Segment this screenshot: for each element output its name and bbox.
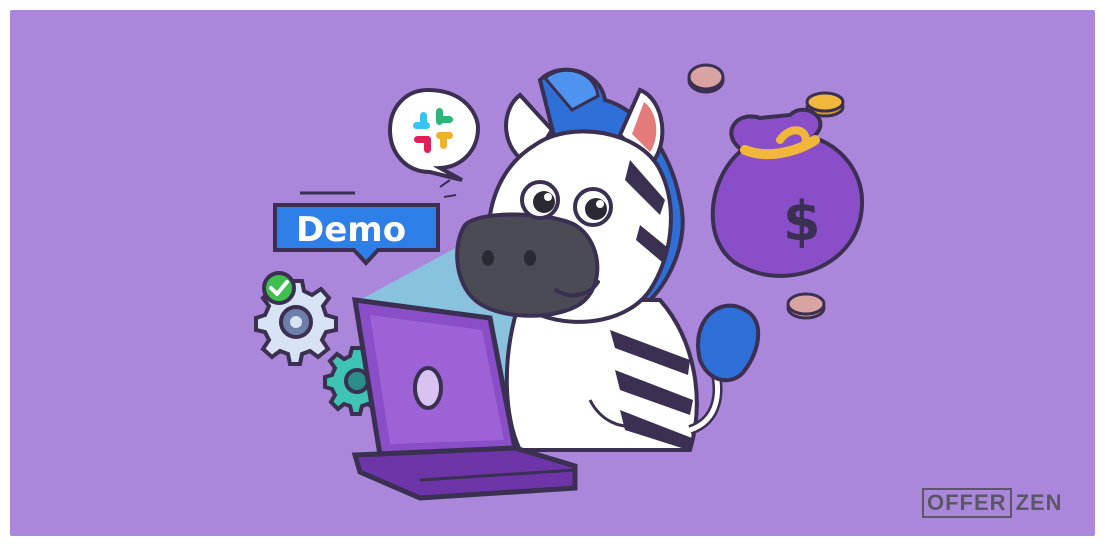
banner-illustration: $ Demo OFFER ZEN — [0, 0, 1105, 544]
logo-part-offer: OFFER — [922, 488, 1012, 518]
coin-icon — [687, 63, 725, 94]
slack-bubble — [387, 87, 481, 182]
demo-label: Demo — [296, 210, 406, 250]
zebra-head — [455, 129, 673, 324]
logo-part-zen: ZEN — [1015, 490, 1063, 515]
offerzen-logo: OFFER ZEN — [922, 488, 1063, 518]
demo-tag: Demo — [273, 179, 457, 266]
illustration-canvas: $ Demo — [254, 63, 865, 501]
coin-icon — [786, 292, 826, 320]
dollar-icon: $ — [783, 190, 821, 253]
check-icon — [262, 271, 296, 305]
zebra-body — [504, 298, 699, 452]
money-bag-icon: $ — [710, 107, 865, 278]
zebra-tail — [688, 303, 761, 435]
